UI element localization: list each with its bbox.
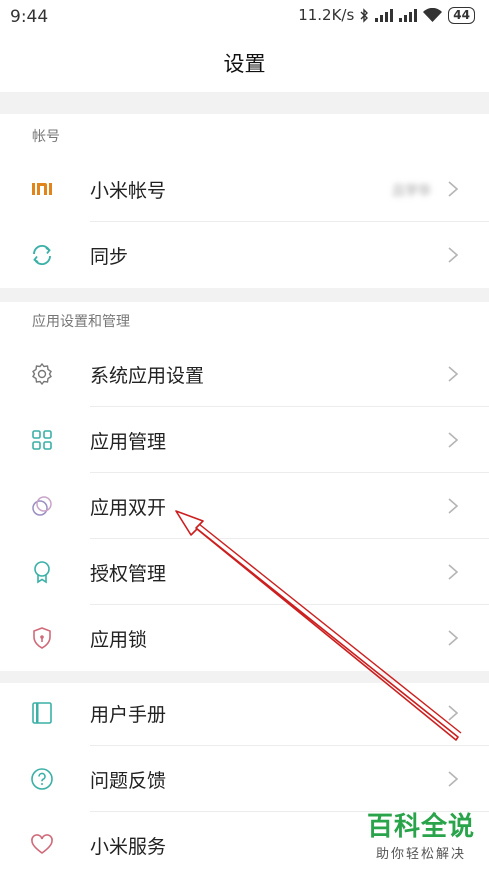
badge-icon bbox=[34, 561, 50, 584]
settings-item-label: 应用双开 bbox=[90, 497, 167, 519]
settings-item-label: 应用锁 bbox=[90, 629, 148, 651]
settings-item-permissions[interactable]: 授权管理 bbox=[0, 539, 489, 605]
grid-icon bbox=[32, 430, 52, 450]
settings-item-mi-account[interactable]: 小米帐号 吕学华 bbox=[0, 156, 489, 222]
settings-item-label: 问题反馈 bbox=[90, 770, 167, 792]
network-speed: 11.2K/s bbox=[298, 6, 355, 24]
title-bar: 设置 bbox=[0, 34, 489, 92]
chevron-right-icon bbox=[448, 498, 459, 514]
watermark-sub: 助你轻松解决 bbox=[375, 847, 466, 862]
account-name-value: 吕学华 bbox=[391, 184, 431, 199]
settings-item-label: 应用管理 bbox=[90, 431, 167, 453]
mi-logo-icon bbox=[32, 183, 52, 195]
settings-item-app-lock[interactable]: 应用锁 bbox=[0, 605, 489, 671]
chevron-right-icon bbox=[448, 705, 459, 721]
settings-item-label: 用户手册 bbox=[90, 704, 167, 726]
settings-item-system-app-settings[interactable]: 系统应用设置 bbox=[0, 341, 489, 407]
status-icons: 11.2K/s 44 bbox=[298, 6, 475, 24]
chevron-right-icon bbox=[448, 771, 459, 787]
settings-item-label: 同步 bbox=[90, 246, 129, 268]
question-icon bbox=[31, 768, 53, 790]
watermark-main: 百科全说 bbox=[366, 812, 475, 842]
section-gap bbox=[0, 92, 489, 114]
dual-circle-icon bbox=[32, 496, 52, 516]
section-header-account: 帐号 bbox=[32, 129, 60, 145]
gear-icon bbox=[32, 362, 52, 386]
settings-item-label: 授权管理 bbox=[90, 563, 167, 585]
settings-item-app-management[interactable]: 应用管理 bbox=[0, 407, 489, 473]
wifi-icon bbox=[423, 8, 443, 22]
shield-lock-icon bbox=[33, 627, 51, 649]
watermark: 百科全说 助你轻松解决 bbox=[367, 806, 475, 862]
bluetooth-icon bbox=[360, 7, 369, 23]
chevron-right-icon bbox=[448, 366, 459, 382]
settings-item-dual-apps[interactable]: 应用双开 bbox=[0, 473, 489, 539]
section-gap bbox=[0, 288, 489, 302]
page-title: 设置 bbox=[223, 52, 266, 76]
status-bar: 9:44 11.2K/s 44 bbox=[0, 0, 489, 34]
chevron-right-icon bbox=[448, 432, 459, 448]
signal-icon bbox=[399, 8, 418, 22]
book-icon bbox=[32, 702, 52, 724]
chevron-right-icon bbox=[448, 564, 459, 580]
settings-item-sync[interactable]: 同步 bbox=[0, 222, 489, 288]
chevron-right-icon bbox=[448, 630, 459, 646]
settings-item-feedback[interactable]: 问题反馈 bbox=[0, 746, 489, 812]
settings-item-user-manual[interactable]: 用户手册 bbox=[0, 680, 489, 746]
sync-icon bbox=[33, 244, 51, 266]
chevron-right-icon bbox=[448, 181, 459, 197]
settings-item-label: 小米服务 bbox=[90, 836, 167, 858]
section-header-app-settings: 应用设置和管理 bbox=[32, 314, 130, 330]
battery-indicator: 44 bbox=[448, 6, 475, 24]
chevron-right-icon bbox=[448, 247, 459, 263]
signal-icon bbox=[375, 8, 394, 22]
settings-item-label: 系统应用设置 bbox=[90, 365, 205, 387]
heart-icon bbox=[31, 834, 53, 854]
settings-item-label: 小米帐号 bbox=[90, 180, 167, 202]
status-time: 9:44 bbox=[10, 7, 49, 27]
